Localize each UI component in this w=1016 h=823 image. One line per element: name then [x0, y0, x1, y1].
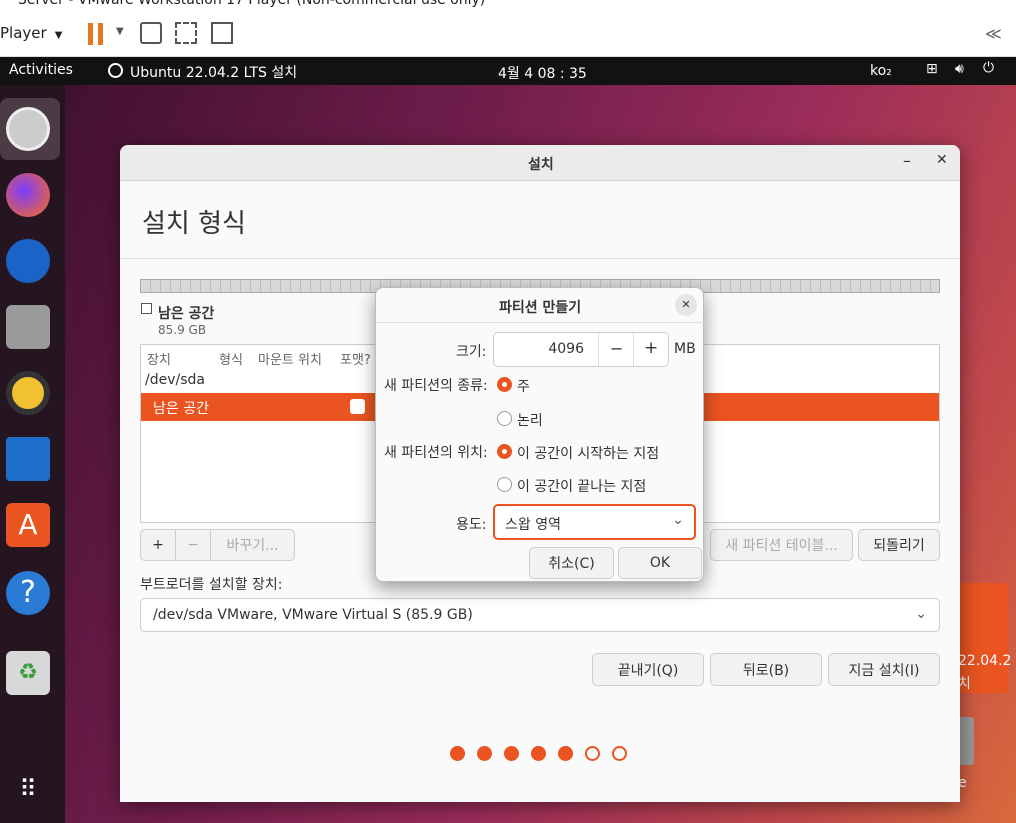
vmware-toolbar: Player ▼ ▼ ≪	[0, 12, 1016, 57]
size-unit: MB	[674, 341, 696, 357]
player-menu[interactable]: Player ▼	[0, 24, 62, 42]
libreoffice-writer-icon[interactable]	[6, 437, 50, 481]
use-as-value: 스왑 영역	[505, 517, 561, 533]
quit-button[interactable]: 끝내기(Q)	[592, 653, 704, 686]
column-header-format[interactable]: 포맷?	[340, 349, 371, 368]
type-logical-label[interactable]: 논리	[517, 410, 543, 430]
column-header-mount[interactable]: 마운트 위치	[258, 349, 322, 368]
install-now-button[interactable]: 지금 설치(I)	[828, 653, 940, 686]
row-device: 남은 공간	[153, 401, 209, 417]
type-label: 새 파티션의 종류:	[384, 378, 488, 394]
window-header: 설치 – ✕	[120, 145, 960, 181]
location-start-radio[interactable]	[497, 444, 512, 459]
trash-icon[interactable]: ♻	[6, 651, 50, 695]
add-partition-button[interactable]: +	[140, 529, 176, 561]
use-as-label: 용도:	[456, 517, 487, 533]
ubuntu-top-bar: Activities Ubuntu 22.04.2 LTS 설치 4월 4 08…	[0, 57, 1016, 85]
firefox-icon[interactable]	[6, 173, 50, 217]
progress-dot	[585, 746, 600, 761]
vmware-title: Server - VMware Workstation 17 Player (N…	[18, 0, 486, 8]
size-spinbox[interactable]: 4096 − +	[493, 332, 669, 367]
format-checkbox[interactable]	[350, 399, 365, 414]
progress-dot	[612, 746, 627, 761]
chevron-down-icon: ⌄	[915, 606, 927, 622]
free-space-label: 남은 공간	[158, 306, 215, 322]
pause-icon[interactable]	[88, 23, 104, 45]
size-label: 크기:	[456, 344, 487, 360]
progress-dot	[477, 746, 492, 761]
location-start-label[interactable]: 이 공간이 시작하는 지점	[517, 443, 659, 463]
collapse-icon[interactable]: ≪	[985, 24, 1002, 43]
ok-button[interactable]: OK	[618, 547, 702, 579]
clock[interactable]: 4월 4 08 : 35	[498, 63, 587, 83]
thunderbird-icon[interactable]	[6, 239, 50, 283]
files-icon[interactable]	[6, 305, 50, 349]
dialog-close-button[interactable]: ✕	[675, 294, 697, 316]
bootloader-label: 부트로더를 설치할 장치:	[140, 577, 283, 593]
power-icon[interactable]: ⏻	[983, 60, 994, 76]
new-partition-table-button[interactable]: 새 파티션 테이블...	[710, 529, 853, 561]
create-partition-dialog: 파티션 만들기 ✕ 크기: 4096 − + MB 새 파티션의 종류: 주 논…	[375, 287, 705, 582]
type-logical-radio[interactable]	[497, 411, 512, 426]
progress-dot	[450, 746, 465, 761]
help-icon[interactable]: ?	[6, 571, 50, 615]
progress-dot	[531, 746, 546, 761]
progress-dots	[450, 746, 640, 762]
chevron-down-icon[interactable]: ▼	[116, 26, 124, 37]
background-version: 22.04.2	[958, 653, 1012, 669]
volume-icon[interactable]: 🔊︎	[955, 61, 964, 77]
app-menu[interactable]: Ubuntu 22.04.2 LTS 설치	[130, 62, 297, 82]
type-primary-label[interactable]: 주	[517, 376, 530, 396]
background-tile	[958, 717, 974, 765]
location-end-radio[interactable]	[497, 477, 512, 492]
free-space-swatch	[141, 303, 152, 314]
rhythmbox-icon[interactable]	[6, 371, 50, 415]
dialog-divider	[376, 322, 705, 323]
show-apps-icon[interactable]: ⠿	[6, 767, 50, 811]
chevron-down-icon: ⌄	[672, 512, 684, 528]
activities-button[interactable]: Activities	[9, 62, 73, 78]
progress-dot	[504, 746, 519, 761]
back-button[interactable]: 뒤로(B)	[710, 653, 822, 686]
free-space-size: 85.9 GB	[158, 323, 207, 337]
minimize-icon[interactable]: –	[903, 151, 911, 170]
installer-icon	[108, 63, 123, 78]
change-partition-button[interactable]: 바꾸기...	[210, 529, 295, 561]
bootloader-select[interactable]: /dev/sda VMware, VMware Virtual S (85.9 …	[140, 598, 940, 632]
use-as-select[interactable]: 스왑 영역 ⌄	[493, 504, 696, 540]
location-end-label[interactable]: 이 공간이 끝나는 지점	[517, 476, 646, 496]
page-title: 설치 형식	[142, 209, 246, 239]
progress-dot	[558, 746, 573, 761]
divider	[120, 258, 960, 259]
revert-button[interactable]: 되돌리기	[858, 529, 940, 561]
network-icon[interactable]: ⊞	[926, 61, 938, 77]
input-method[interactable]: ko₂	[870, 63, 892, 79]
fullscreen-icon[interactable]	[175, 22, 197, 44]
remove-partition-button[interactable]: −	[175, 529, 211, 561]
decrement-button[interactable]: −	[610, 339, 623, 358]
cancel-button[interactable]: 취소(C)	[529, 547, 614, 579]
installer-dock-icon[interactable]	[6, 107, 50, 151]
increment-button[interactable]: +	[644, 338, 658, 358]
dialog-title: 파티션 만들기	[499, 300, 582, 316]
vmware-title-bar: Server - VMware Workstation 17 Player (N…	[0, 0, 1016, 12]
window-title: 설치	[528, 157, 554, 173]
app-center-icon[interactable]: A	[6, 503, 50, 547]
column-header-device[interactable]: 장치	[147, 349, 171, 368]
size-value[interactable]: 4096	[548, 341, 584, 357]
type-primary-radio[interactable]	[497, 377, 512, 392]
dock: A ? ♻ ⠿	[0, 85, 65, 823]
unity-icon[interactable]	[211, 22, 233, 44]
close-icon[interactable]: ✕	[936, 152, 948, 168]
row-device: /dev/sda	[145, 372, 205, 388]
location-label: 새 파티션의 위치:	[384, 445, 488, 461]
column-header-type[interactable]: 형식	[219, 349, 243, 368]
send-ctrl-alt-del-icon[interactable]	[140, 22, 162, 44]
